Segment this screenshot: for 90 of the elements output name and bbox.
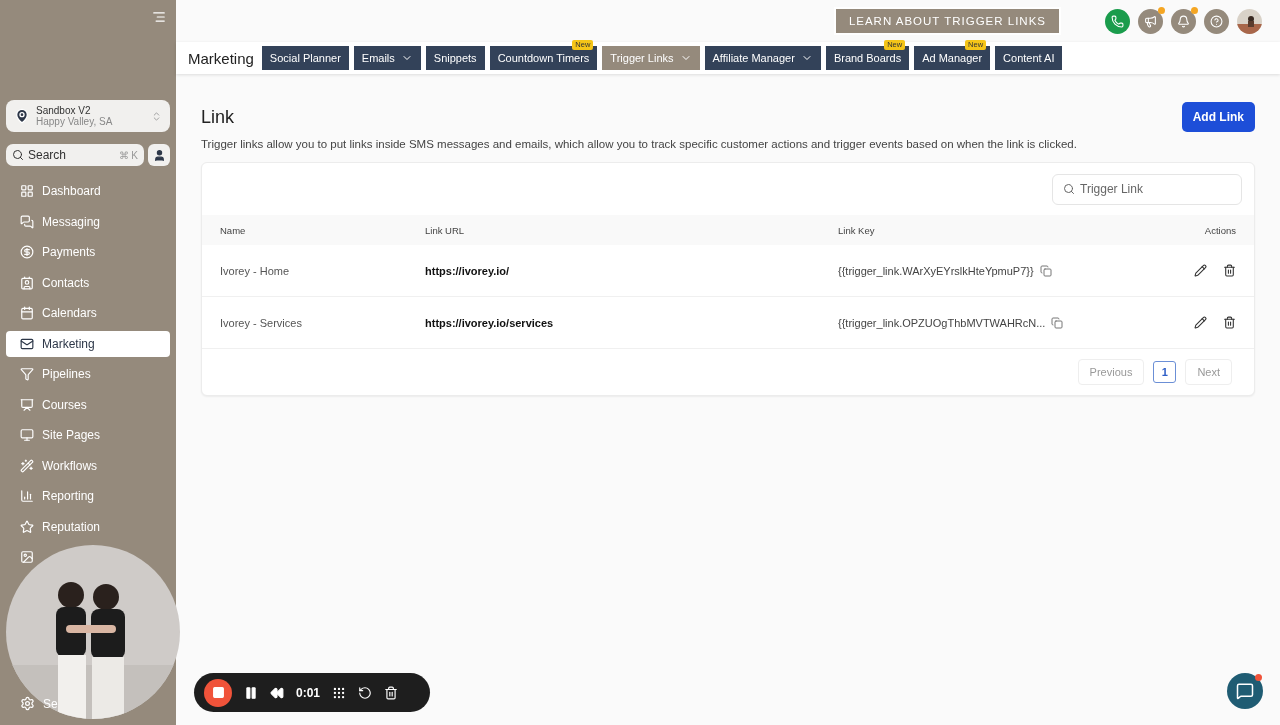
sidebar-item[interactable]: Workflows <box>6 452 170 479</box>
user-button[interactable] <box>148 144 170 166</box>
add-link-button[interactable]: Add Link <box>1181 102 1255 132</box>
table-cell: https://ivorey.io/ <box>407 245 820 297</box>
delete-icon[interactable] <box>384 685 399 700</box>
nav-tab[interactable]: Social Planner <box>261 46 349 70</box>
page-description: Trigger links allow you to put links inside SMS messages and emails, which allow you to track specific customer actions and trigger events based on when the link is clicked. <box>201 138 1078 150</box>
sidebar-item[interactable]: Contacts <box>6 269 170 296</box>
contact-card-icon <box>20 275 34 290</box>
shortcut-hint: ⌘ K <box>118 149 138 161</box>
star-icon <box>20 519 34 534</box>
sidebar-item[interactable]: Marketing <box>6 330 170 357</box>
page-title: Link <box>201 106 235 128</box>
column-header: Link Key <box>820 215 1174 245</box>
user-icon <box>152 148 166 162</box>
magic-wand-icon <box>20 458 34 473</box>
search-icon <box>1063 183 1075 195</box>
menu-icon[interactable] <box>152 10 166 24</box>
link-key: {{trigger_link.WArXyEYrslkHteYpmuP7}} <box>838 264 1034 277</box>
bell-button[interactable] <box>1171 8 1196 34</box>
previous-button[interactable]: Previous <box>1077 359 1145 385</box>
delete-icon[interactable] <box>1223 264 1236 277</box>
help-icon <box>1210 14 1223 28</box>
table-cell: Ivorey - Home <box>202 245 407 297</box>
restart-icon[interactable] <box>358 685 373 700</box>
sidebar-item[interactable]: Site Pages <box>6 422 170 449</box>
chevrons-icon <box>151 110 162 122</box>
bell-icon <box>1177 14 1190 28</box>
column-header: Name <box>202 215 407 245</box>
account-switcher[interactable]: Sandbox V2 Happy Valley, SA <box>6 100 170 132</box>
account-location: Happy Valley, SA <box>36 116 114 127</box>
calendar-icon <box>20 306 34 321</box>
envelope-icon <box>20 336 34 351</box>
recording-time: 0:01 <box>296 685 321 700</box>
nav-tab[interactable]: Countdown Timers <box>489 46 598 70</box>
image-icon <box>20 550 34 565</box>
nav-tab[interactable]: Emails <box>353 46 421 70</box>
sidebar-item[interactable]: Messaging <box>6 208 170 235</box>
nav-tab[interactable]: Snippets <box>425 46 485 70</box>
sidebar-item[interactable]: Reporting <box>6 483 170 510</box>
edit-icon[interactable] <box>1194 316 1207 329</box>
megaphone-button[interactable] <box>1138 8 1163 34</box>
search-field[interactable]: Trigger Link <box>1052 173 1242 205</box>
delete-icon[interactable] <box>1223 316 1236 329</box>
table-cell: Ivorey - Services <box>202 297 407 349</box>
location-pin-icon <box>14 108 30 124</box>
search-field[interactable]: Search ⌘ K <box>6 144 144 166</box>
column-header: Actions <box>1174 215 1254 245</box>
sidebar-item[interactable]: Payments <box>6 239 170 266</box>
next-button[interactable]: Next <box>1185 359 1232 385</box>
search-placeholder: Trigger Link <box>1080 182 1143 196</box>
nav-tab[interactable]: Trigger Links <box>602 46 700 70</box>
page-number[interactable]: 1 <box>1153 361 1177 383</box>
rewind-icon[interactable] <box>270 685 284 700</box>
megaphone-icon <box>1144 14 1157 28</box>
sidebar-item[interactable]: Calendars <box>6 300 170 327</box>
nav-tab[interactable]: Ad Manager <box>914 46 991 70</box>
bar-chart-icon <box>20 489 34 504</box>
edit-icon[interactable] <box>1194 264 1207 277</box>
sidebar-item[interactable]: Courses <box>6 391 170 418</box>
pause-icon[interactable] <box>244 685 258 700</box>
account-name: Sandbox V2 <box>36 105 92 116</box>
chat-icon <box>1236 682 1254 700</box>
sidebar-item[interactable]: Pipelines <box>6 361 170 388</box>
settings-item[interactable]: Se <box>6 696 60 715</box>
sidebar-item[interactable]: Dashboard <box>6 178 170 205</box>
help-button[interactable] <box>1204 8 1229 34</box>
dollar-icon <box>20 245 34 260</box>
column-header: Link URL <box>407 215 820 245</box>
settings-icon <box>20 696 35 711</box>
link-key: {{trigger_link.OPZUOgThbMVTWAHRcN... <box>838 316 1046 329</box>
phone-button[interactable] <box>1105 8 1130 34</box>
presentation-icon <box>20 397 34 412</box>
nav-tab[interactable]: Affiliate Manager <box>704 46 821 70</box>
search-placeholder: Search <box>28 148 67 162</box>
copy-icon[interactable] <box>1039 264 1052 277</box>
stop-icon <box>211 686 225 699</box>
stop-button[interactable] <box>204 678 232 707</box>
nav-tab[interactable]: Content AI <box>995 46 1063 70</box>
phone-icon <box>1111 14 1124 28</box>
monitor-icon <box>20 428 34 443</box>
funnel-icon <box>20 367 34 382</box>
table-cell: https://ivorey.io/services <box>407 297 820 349</box>
sidebar-item[interactable]: Reputation <box>6 513 170 540</box>
nav-tab[interactable]: Brand Boards <box>825 46 910 70</box>
search-icon <box>12 149 24 161</box>
learn-button[interactable]: LEARN ABOUT TRIGGER LINKS <box>835 9 1059 33</box>
copy-icon[interactable] <box>1051 316 1064 329</box>
chat-bubbles-icon <box>20 214 34 229</box>
section-title: Marketing <box>188 49 254 67</box>
